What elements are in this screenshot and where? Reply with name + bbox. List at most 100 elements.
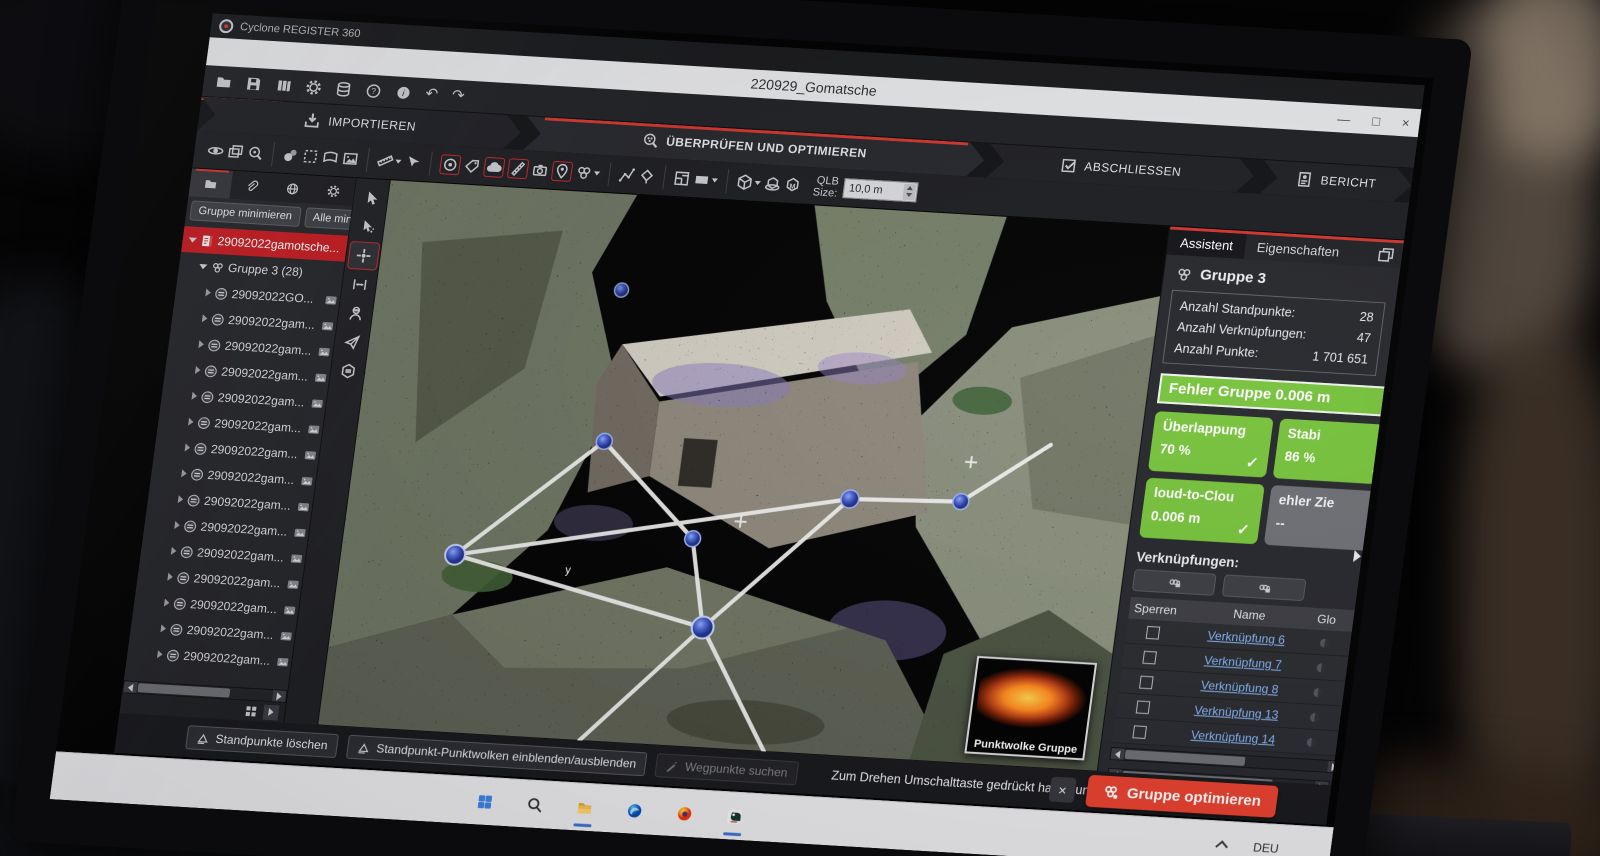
- rect-select-tool[interactable]: [693, 171, 719, 188]
- lock-links-button[interactable]: [1131, 569, 1217, 596]
- left-tab-gear[interactable]: [311, 176, 356, 206]
- taskbar-folder-tb-icon[interactable]: [568, 790, 602, 826]
- caret-right-icon[interactable]: [156, 650, 164, 659]
- paper-plane-tool[interactable]: [336, 328, 367, 356]
- metric-tile[interactable]: Überlappung 70 % ✓: [1147, 411, 1274, 478]
- image-thumbnail-icon[interactable]: [286, 577, 301, 591]
- maximize-button[interactable]: □: [1371, 113, 1381, 128]
- scroll-left-icon[interactable]: [123, 681, 138, 694]
- move-target-tool[interactable]: [346, 240, 380, 271]
- camera-tool[interactable]: [531, 161, 549, 178]
- help-icon[interactable]: ?: [365, 82, 383, 99]
- caret-right-icon[interactable]: [160, 624, 167, 633]
- taskbar-edge-icon[interactable]: [618, 793, 652, 829]
- caret-right-icon[interactable]: [163, 598, 170, 607]
- link-group-tool[interactable]: [575, 164, 601, 181]
- minimize-all-button[interactable]: Alle minim: [303, 207, 357, 232]
- show-hidden-icons-chevron[interactable]: [1214, 840, 1228, 853]
- scroll-right-icon[interactable]: [271, 690, 287, 702]
- viewcube-tool[interactable]: [736, 173, 762, 190]
- vr-person-tool[interactable]: [340, 300, 371, 328]
- minimize-button[interactable]: —: [1336, 111, 1351, 127]
- link-name[interactable]: Verknüpfung 8: [1200, 678, 1279, 697]
- zoom-orbit-tool[interactable]: [247, 144, 265, 161]
- folder-icon[interactable]: [215, 73, 233, 90]
- dismiss-hint-button[interactable]: ×: [1048, 776, 1077, 803]
- cloud-tool[interactable]: [482, 156, 506, 178]
- cursor-tool[interactable]: [355, 184, 386, 212]
- image-thumbnail-icon[interactable]: [317, 345, 332, 359]
- panorama-tool[interactable]: [321, 149, 339, 166]
- scroll-left-icon[interactable]: [1110, 748, 1125, 760]
- pop-out-panel-icon[interactable]: [1377, 246, 1395, 263]
- lock-checkbox[interactable]: [1145, 625, 1160, 640]
- group-error-banner[interactable]: Fehler Gruppe 0.006 m: [1156, 373, 1401, 418]
- lock-checkbox[interactable]: [1138, 675, 1154, 689]
- database-icon[interactable]: [335, 80, 353, 97]
- link-name[interactable]: Verknüpfung 13: [1194, 703, 1280, 722]
- image-thumbnail-icon[interactable]: [320, 319, 335, 333]
- caret-right-icon[interactable]: [181, 469, 188, 478]
- left-tab-paperclip[interactable]: [229, 171, 274, 201]
- language-indicator[interactable]: DEU: [1252, 840, 1279, 855]
- undo-icon[interactable]: ↶: [424, 85, 439, 103]
- caret-down-icon[interactable]: [188, 236, 198, 243]
- image-thumbnail-icon[interactable]: [275, 655, 290, 669]
- image-tool[interactable]: [341, 150, 359, 167]
- left-tab-folder[interactable]: [188, 168, 234, 199]
- layers-tool[interactable]: [227, 143, 245, 160]
- gear-icon[interactable]: [305, 79, 323, 96]
- save-icon[interactable]: [245, 75, 263, 92]
- caret-right-icon[interactable]: [184, 443, 191, 452]
- image-thumbnail-icon[interactable]: [289, 551, 304, 565]
- optimize-group-button[interactable]: Gruppe optimieren: [1084, 774, 1280, 818]
- caret-right-icon[interactable]: [205, 288, 212, 297]
- scrollbar-thumb[interactable]: [1124, 749, 1246, 766]
- caret-right-icon[interactable]: [201, 314, 208, 323]
- caret-right-icon[interactable]: [167, 572, 174, 581]
- measure-pick-tool[interactable]: [404, 154, 422, 171]
- image-thumbnail-icon[interactable]: [303, 448, 318, 462]
- area-select-tool[interactable]: [301, 148, 319, 165]
- cube-m-tool[interactable]: M: [784, 176, 802, 193]
- span-distance-tool[interactable]: [344, 271, 375, 299]
- tag-tool[interactable]: [463, 157, 481, 174]
- image-thumbnail-icon[interactable]: [324, 293, 339, 307]
- orbit-tool[interactable]: [207, 142, 225, 159]
- left-tab-globe[interactable]: [270, 173, 315, 203]
- caret-right-icon[interactable]: [174, 521, 181, 530]
- lock-checkbox[interactable]: [1135, 699, 1150, 714]
- delete-stations-button[interactable]: Standpunkte löschen: [185, 725, 340, 759]
- level-tool[interactable]: [638, 167, 656, 184]
- unlock-links-button[interactable]: [1221, 574, 1307, 602]
- lock-checkbox[interactable]: [1131, 724, 1147, 739]
- viewport-3d[interactable]: y Punktwolke Gruppe: [318, 180, 1170, 772]
- library-icon[interactable]: [275, 77, 293, 94]
- image-thumbnail-icon[interactable]: [313, 371, 328, 385]
- image-thumbnail-icon[interactable]: [310, 396, 325, 410]
- caret-right-icon[interactable]: [170, 546, 177, 556]
- redo-icon[interactable]: ↷: [451, 87, 466, 105]
- image-thumbnail-icon[interactable]: [282, 603, 297, 617]
- image-thumbnail-icon[interactable]: [293, 526, 308, 540]
- caret-right-icon[interactable]: [194, 366, 201, 375]
- spheres-tool[interactable]: [282, 146, 300, 163]
- caret-right-icon[interactable]: [188, 417, 195, 426]
- cube-ring-tool[interactable]: [764, 175, 782, 192]
- taskbar-cyclone-icon[interactable]: [717, 798, 751, 834]
- info-icon[interactable]: i: [394, 84, 412, 101]
- metric-tile[interactable]: Stabi 86 % ✓: [1272, 418, 1399, 486]
- caret-down-icon[interactable]: [198, 263, 208, 269]
- scroll-right-icon[interactable]: [1327, 760, 1342, 773]
- spinner-buttons[interactable]: [902, 183, 917, 200]
- grid-view-icon[interactable]: [244, 704, 259, 718]
- image-thumbnail-icon[interactable]: [300, 474, 315, 488]
- minimize-group-button[interactable]: Gruppe minimieren: [189, 200, 302, 227]
- image-thumbnail-icon[interactable]: [296, 500, 311, 514]
- image-thumbnail-icon[interactable]: [306, 422, 321, 436]
- measure-tool[interactable]: [376, 152, 402, 169]
- link-name[interactable]: Verknüpfung 14: [1190, 728, 1276, 747]
- caret-right-icon[interactable]: [177, 495, 184, 504]
- stick-tool[interactable]: [506, 157, 530, 179]
- group-pointcloud-thumbnail[interactable]: Punktwolke Gruppe: [964, 655, 1098, 761]
